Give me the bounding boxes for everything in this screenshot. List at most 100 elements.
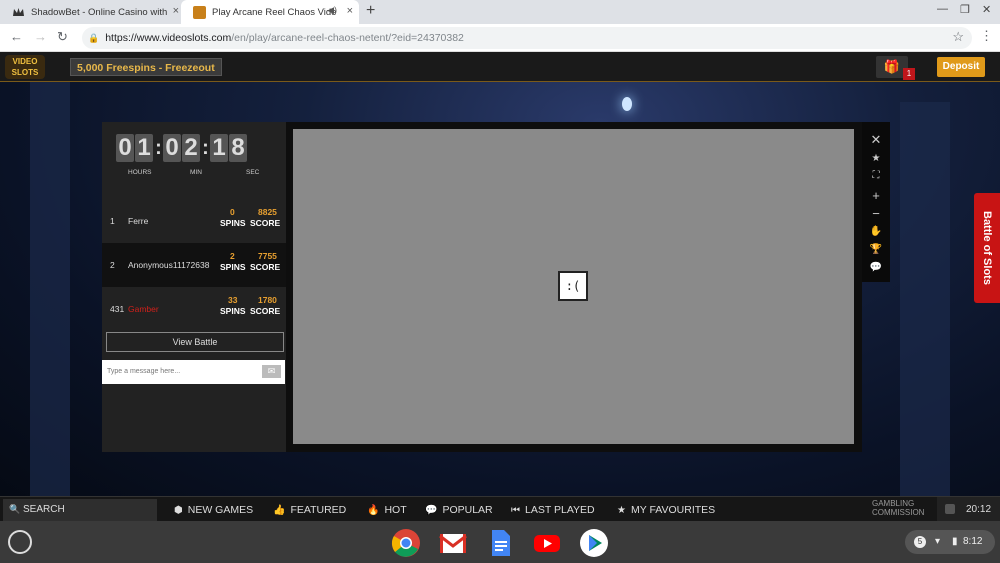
row-rank: 2 [110, 260, 115, 270]
chat-placeholder: Type a message here... [107, 368, 181, 375]
remove-icon[interactable]: − [862, 206, 890, 221]
lock-icon: 🔒 [88, 32, 100, 43]
launcher-icon[interactable] [8, 530, 32, 554]
battle-panel: 0 1 : 0 2 : 1 8 HOURS MIN SEC 1 Ferre 0 … [102, 122, 288, 452]
timer-digit: 0 [116, 134, 134, 162]
search-icon: 🔍 [9, 504, 21, 514]
url-path: /en/play/arcane-reel-chaos-netent/?eid=2… [231, 32, 464, 44]
close-game-icon[interactable]: ✕ [862, 132, 890, 148]
youtube-icon[interactable] [532, 528, 562, 558]
notification-badge: 5 [914, 536, 926, 548]
window-close-icon[interactable]: ✕ [982, 3, 991, 16]
bottom-nav: 🔍 SEARCH ⬢ NEW GAMES 👍 FEATURED 🔥 HOT 💬 POPU… [0, 496, 1000, 522]
search-input[interactable]: 🔍 SEARCH [3, 499, 157, 521]
row-score: 1780 [258, 295, 277, 305]
gmail-icon[interactable] [438, 528, 468, 558]
game-canvas[interactable]: :( [293, 129, 854, 444]
browser-tab-strip: ShadowBet - Online Casino with × Play Ar… [0, 0, 1000, 24]
tab-arcane-reel[interactable]: Play Arcane Reel Chaos Vide ◀) × [181, 0, 359, 24]
timer-digit: 1 [210, 134, 228, 162]
url-host: https://www.videoslots.com [105, 32, 232, 44]
tab-title: Play Arcane Reel Chaos Vide [212, 6, 337, 18]
nav-featured[interactable]: 👍 FEATURED [273, 504, 346, 516]
trophy-icon[interactable]: 🏆 [862, 244, 890, 255]
nav-label: HOT [384, 504, 407, 516]
countdown-timer: 0 1 : 0 2 : 1 8 [116, 134, 248, 162]
row-spins: 0 [230, 207, 235, 217]
site-header: VIDEO SLOTS 5,000 Freespins - Freezeout … [0, 52, 1000, 82]
nav-label: FEATURED [290, 504, 347, 516]
view-battle-button[interactable]: View Battle [106, 332, 284, 352]
promo-banner[interactable]: 5,000 Freespins - Freezeout [70, 58, 222, 76]
browser-toolbar: ← → ↻ 🔒 https://www.videoslots.com/en/pl… [0, 24, 1000, 52]
row-player-name: Ferre [128, 216, 149, 226]
add-icon[interactable]: + [862, 188, 890, 203]
crown-icon [12, 6, 25, 19]
dice-icon: ⬢ [174, 505, 183, 516]
nav-popular[interactable]: 💬 POPULAR [425, 504, 493, 516]
bookmark-star-icon[interactable]: ☆ [952, 29, 964, 45]
menu-kebab-icon[interactable]: ⋮ [980, 28, 993, 44]
timer-digit: 0 [163, 134, 181, 162]
os-shelf: 5 ▾ ▮ 8:12 [0, 521, 1000, 563]
timer-colon: : [202, 136, 209, 159]
back-icon[interactable]: ← [10, 29, 23, 44]
tray-time: 8:12 [963, 536, 983, 547]
leaderboard-row: 1 Ferre 0 8825 SPINS SCORE [102, 199, 288, 243]
row-rank: 431 [110, 304, 125, 314]
nav-hot[interactable]: 🔥 HOT [367, 504, 407, 516]
score-label: SCORE [250, 262, 281, 272]
chat-toggle-icon[interactable] [945, 504, 955, 514]
tab-shadowbet[interactable]: ShadowBet - Online Casino with × [0, 0, 185, 24]
forward-icon[interactable]: → [34, 29, 47, 44]
error-face: :( [565, 279, 581, 293]
reload-icon[interactable]: ↻ [57, 29, 68, 45]
timer-label-min: MIN [190, 169, 202, 176]
new-tab-button[interactable]: + [366, 2, 375, 20]
row-rank: 1 [110, 216, 115, 226]
nav-last-played[interactable]: ⏮ LAST PLAYED [511, 504, 595, 516]
deposit-button[interactable]: Deposit [937, 57, 985, 77]
plugin-error-icon: :( [558, 271, 588, 301]
tab-close-icon[interactable]: × [347, 5, 353, 17]
battle-of-slots-tab[interactable]: Battle of Slots [974, 193, 1000, 303]
chat-message-input[interactable]: Type a message here... ✉ [102, 360, 285, 384]
hand-icon[interactable]: ✋ [862, 226, 890, 237]
chat-icon[interactable]: 💬 [862, 262, 890, 273]
restore-icon[interactable]: ❐ [960, 3, 970, 16]
row-score: 8825 [258, 207, 277, 217]
address-bar[interactable]: 🔒 https://www.videoslots.com/en/play/arc… [82, 27, 972, 49]
send-envelope-icon[interactable]: ✉ [262, 365, 281, 378]
site-clock: 20:12 [937, 497, 1000, 522]
battery-icon: ▮ [952, 536, 958, 547]
rewind-icon: ⏮ [511, 505, 520, 516]
gambling-commission-logo[interactable]: GAMBLING COMMISSION [872, 499, 938, 517]
background-pillar [30, 82, 70, 496]
timer-label-hours: HOURS [128, 169, 152, 176]
chrome-icon[interactable] [391, 528, 421, 558]
play-store-icon[interactable] [579, 528, 609, 558]
favourite-star-icon[interactable]: ★ [862, 153, 890, 164]
score-label: SCORE [250, 306, 281, 316]
spins-label: SPINS [220, 262, 246, 272]
clock-time: 20:12 [966, 504, 992, 515]
nav-new-games[interactable]: ⬢ NEW GAMES [174, 504, 253, 516]
nav-label: MY FAVOURITES [630, 504, 716, 516]
spins-label: SPINS [220, 218, 246, 228]
docs-icon[interactable] [485, 528, 515, 558]
background-light [622, 97, 632, 111]
timer-label-sec: SEC [246, 169, 260, 176]
status-tray[interactable]: 5 ▾ ▮ 8:12 [905, 530, 995, 554]
nav-label: NEW GAMES [187, 504, 254, 516]
timer-digit: 8 [229, 134, 247, 162]
tab-close-icon[interactable]: × [173, 5, 179, 17]
audio-icon[interactable]: ◀) [327, 5, 337, 16]
row-spins: 33 [228, 295, 238, 305]
fullscreen-icon[interactable]: ⛶ [862, 170, 890, 181]
star-icon: ★ [617, 505, 626, 516]
site-logo[interactable]: VIDEO SLOTS [5, 55, 45, 79]
minimize-icon[interactable]: — [937, 3, 948, 15]
score-label: SCORE [250, 218, 281, 228]
nav-my-favourites[interactable]: ★ MY FAVOURITES [617, 504, 715, 516]
leaderboard-row: 2 Anonymous11172638 2 7755 SPINS SCORE [102, 243, 288, 287]
